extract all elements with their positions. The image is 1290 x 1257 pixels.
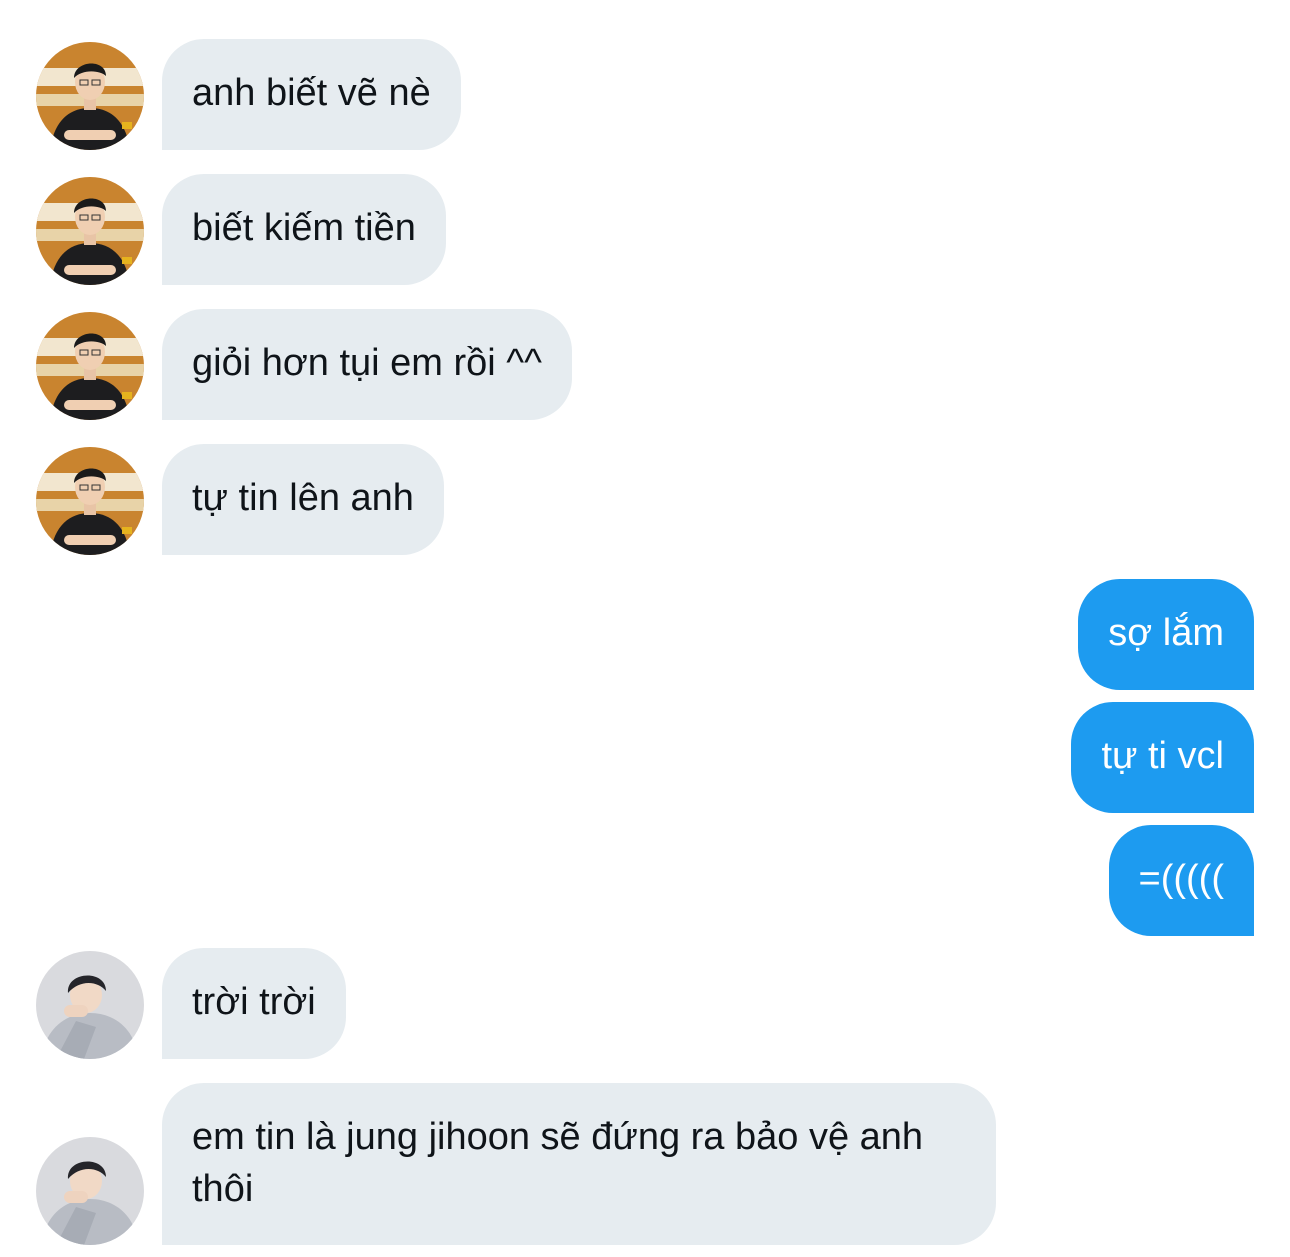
message-bubble-outgoing[interactable]: =((((( xyxy=(1108,825,1254,936)
message-bubble-incoming[interactable]: anh biết vẽ nè xyxy=(162,39,461,150)
message-bubble-incoming[interactable]: biết kiếm tiền xyxy=(162,174,446,285)
message-bubble-incoming[interactable]: trời trời xyxy=(162,948,346,1059)
message-text: tự ti vcl xyxy=(1101,735,1224,777)
message-text: trời trời xyxy=(192,981,316,1023)
message-text: biết kiếm tiền xyxy=(192,207,416,249)
sender-avatar[interactable] xyxy=(36,1137,144,1245)
message-bubble-incoming[interactable]: em tin là jung jihoon sẽ đứng ra bảo vệ … xyxy=(162,1083,996,1245)
message-text: tự tin lên anh xyxy=(192,477,414,519)
sender-avatar[interactable] xyxy=(36,177,144,285)
message-bubble-incoming[interactable]: giỏi hơn tụi em rồi ^^ xyxy=(162,309,572,420)
message-text: em tin là jung jihoon sẽ đứng ra bảo vệ … xyxy=(192,1116,924,1210)
sender-avatar[interactable] xyxy=(36,42,144,150)
message-text: =((((( xyxy=(1138,858,1224,900)
message-bubble-outgoing[interactable]: sợ lắm xyxy=(1078,579,1254,690)
message-text: giỏi hơn tụi em rồi ^^ xyxy=(192,342,542,384)
message-bubble-outgoing[interactable]: tự ti vcl xyxy=(1071,702,1254,813)
sender-avatar[interactable] xyxy=(36,312,144,420)
message-text: sợ lắm xyxy=(1108,612,1224,654)
message-bubble-incoming[interactable]: tự tin lên anh xyxy=(162,444,444,555)
sender-avatar[interactable] xyxy=(36,447,144,555)
message-text: anh biết vẽ nè xyxy=(192,72,431,114)
sender-avatar[interactable] xyxy=(36,951,144,1059)
chat-screen: { "conversation": { "messages": [ {"send… xyxy=(0,0,1290,1257)
